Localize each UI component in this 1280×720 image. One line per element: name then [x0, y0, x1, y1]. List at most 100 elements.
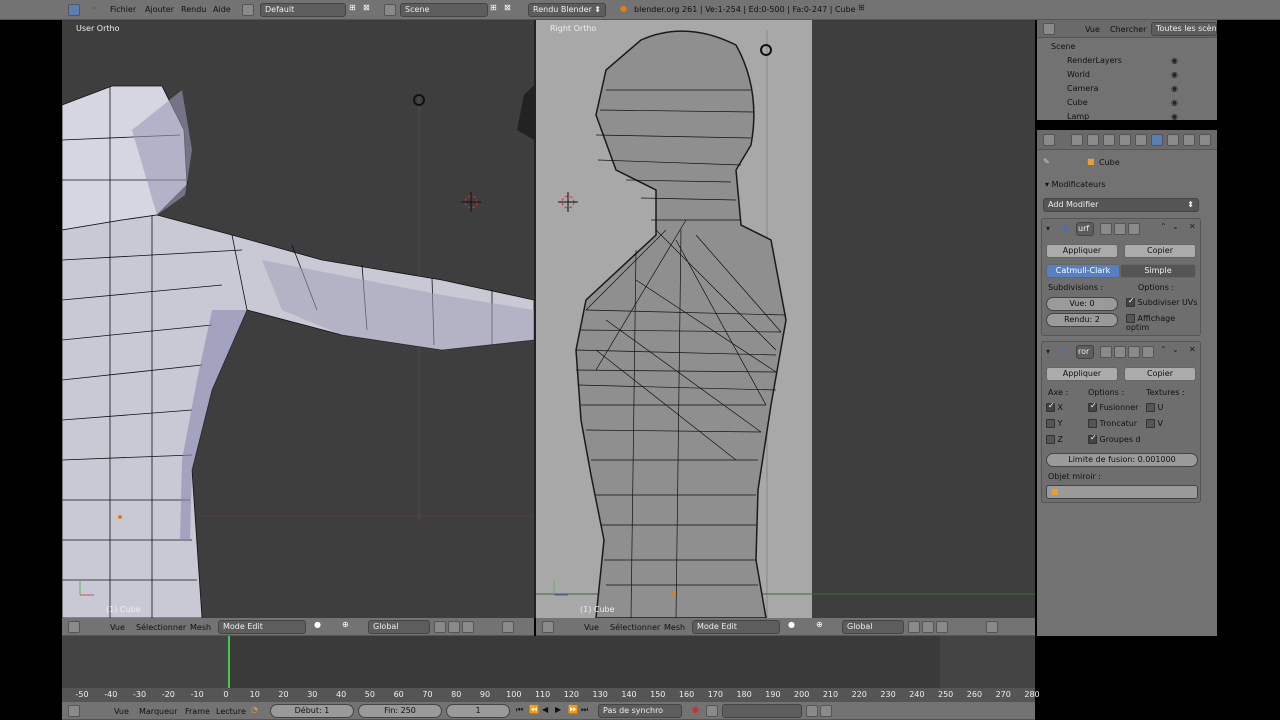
constraints-tab-icon[interactable] — [1135, 134, 1147, 146]
layout-select[interactable]: Default — [260, 3, 346, 17]
face-select-icon[interactable] — [936, 621, 948, 633]
visibility-eye-icon[interactable]: ◉ — [1171, 68, 1178, 82]
object-tab-icon[interactable] — [1119, 134, 1131, 146]
play-reverse-icon[interactable]: ◀ — [542, 705, 548, 714]
clipping-checkbox[interactable]: Troncatur — [1088, 419, 1137, 428]
texture-v-checkbox[interactable]: V — [1146, 419, 1163, 428]
remove-modifier-icon[interactable]: ✕ — [1189, 222, 1196, 231]
remove-modifier-icon[interactable]: ✕ — [1189, 345, 1196, 354]
play-icon[interactable]: ▶ — [555, 705, 561, 714]
shading-icon[interactable]: ● — [788, 620, 795, 629]
keying-set-icon[interactable] — [706, 705, 718, 717]
orientation-select[interactable]: Global — [842, 620, 904, 634]
viewport-left[interactable]: User Ortho (1) Cube — [62, 20, 534, 618]
visibility-eye-icon[interactable]: ◉ — [1171, 110, 1178, 124]
keying-set-field[interactable] — [722, 704, 802, 718]
outliner-filter-select[interactable]: Toutes les scènes — [1151, 22, 1217, 36]
collapse-icon[interactable]: ▾ — [1046, 347, 1050, 356]
face-select-icon[interactable] — [462, 621, 474, 633]
world-tab-icon[interactable] — [1103, 134, 1115, 146]
edge-select-icon[interactable] — [448, 621, 460, 633]
next-keyframe-icon[interactable]: ⏩ — [568, 705, 578, 714]
menu-fichier[interactable]: Fichier — [110, 5, 136, 14]
editor-type-icon[interactable] — [68, 621, 80, 633]
menu-vue[interactable]: Vue — [584, 623, 599, 632]
add-layout-icon[interactable]: ⊞ — [349, 3, 356, 12]
info-icon[interactable] — [68, 4, 80, 16]
shading-icon[interactable]: ● — [314, 620, 321, 629]
apply-button[interactable]: Appliquer — [1046, 244, 1118, 258]
timeline[interactable]: -50 -40 -30 -20 -10 0 10 20 30 40 50 60 70 80 90 100 110… — [62, 636, 1040, 702]
render-toggle-icon[interactable] — [1100, 346, 1112, 358]
subdivide-uvs-checkbox[interactable]: Subdiviser UVs — [1126, 298, 1197, 307]
modifier-name-field[interactable]: ror — [1076, 345, 1094, 359]
editmode-toggle-icon[interactable] — [1128, 346, 1140, 358]
menu-mesh[interactable]: Mesh — [190, 623, 211, 632]
snap-icon[interactable] — [986, 621, 998, 633]
scene-icon[interactable] — [384, 4, 396, 16]
insert-keyframe-icon[interactable] — [806, 705, 818, 717]
catmull-clark-button[interactable]: Catmull-Clark — [1046, 264, 1120, 278]
delete-keyframe-icon[interactable] — [820, 705, 832, 717]
remove-scene-icon[interactable]: ⊠ — [504, 3, 511, 12]
move-up-icon[interactable]: ⌃ — [1160, 345, 1167, 354]
menu-vue[interactable]: Vue — [110, 623, 125, 632]
menu-mesh[interactable]: Mesh — [664, 623, 685, 632]
axis-y-checkbox[interactable]: Y — [1046, 419, 1062, 428]
data-tab-icon[interactable] — [1167, 134, 1179, 146]
axis-x-checkbox[interactable]: X — [1046, 403, 1063, 412]
mirror-object-field[interactable]: ■ — [1046, 485, 1198, 499]
texture-u-checkbox[interactable]: U — [1146, 403, 1163, 412]
vertex-groups-checkbox[interactable]: Groupes d — [1088, 435, 1141, 444]
vertex-select-icon[interactable] — [434, 621, 446, 633]
collapse-icon[interactable]: ◦ — [92, 4, 97, 13]
viewport-right[interactable]: Right Ortho (1) Cube — [536, 20, 1035, 618]
timeline-menu-lecture[interactable]: Lecture — [216, 707, 246, 716]
timeline-menu-frame[interactable]: Frame — [185, 707, 210, 716]
render-toggle-icon[interactable] — [1100, 223, 1112, 235]
layout-icon[interactable] — [242, 4, 254, 16]
editmode-toggle-icon[interactable] — [1128, 223, 1140, 235]
visibility-eye-icon[interactable]: ◉ — [1171, 96, 1178, 110]
add-scene-icon[interactable]: ⊞ — [490, 3, 497, 12]
add-modifier-select[interactable]: Add Modifier ⬍ — [1043, 198, 1199, 212]
edge-select-icon[interactable] — [922, 621, 934, 633]
view-toggle-icon[interactable] — [1114, 346, 1126, 358]
move-up-icon[interactable]: ⌃ — [1160, 222, 1167, 231]
snap-icon[interactable] — [502, 621, 514, 633]
merge-limit-field[interactable]: Limite de fusion: 0.001000 — [1046, 453, 1198, 467]
jump-start-icon[interactable]: ⏮ — [516, 705, 523, 715]
timeline-menu-vue[interactable]: Vue — [114, 707, 129, 716]
menu-ajouter[interactable]: Ajouter — [145, 5, 174, 14]
visibility-eye-icon[interactable]: ◉ — [1171, 54, 1178, 68]
left-tool-strip[interactable] — [0, 20, 62, 636]
collapse-icon[interactable]: ▾ — [1046, 224, 1050, 233]
pivot-icon[interactable]: ⊕ — [816, 620, 823, 629]
visibility-eye-icon[interactable]: ◉ — [1171, 82, 1178, 96]
copy-button[interactable]: Copier — [1124, 244, 1196, 258]
start-frame-field[interactable]: Début: 1 — [270, 704, 354, 718]
view-levels-field[interactable]: Vue: 0 — [1046, 297, 1118, 311]
current-frame-field[interactable]: 1 — [446, 704, 510, 718]
scroll-icon[interactable]: ⊞ — [858, 3, 865, 12]
prev-keyframe-icon[interactable]: ⏪ — [529, 705, 539, 714]
outliner-item[interactable]: RenderLayers ◉ — [1041, 54, 1217, 68]
texture-tab-icon[interactable] — [1199, 134, 1211, 146]
simple-button[interactable]: Simple — [1120, 264, 1196, 278]
orientation-select[interactable]: Global — [368, 620, 430, 634]
render-levels-field[interactable]: Rendu: 2 — [1046, 313, 1118, 327]
render-tab-icon[interactable] — [1071, 134, 1083, 146]
scene-select[interactable]: Scene — [400, 3, 488, 17]
current-frame-indicator[interactable] — [228, 636, 230, 692]
pin-icon[interactable]: ✎ — [1043, 157, 1050, 166]
optimal-display-checkbox[interactable]: Affichage optim — [1126, 314, 1200, 332]
modifiers-panel-title[interactable]: ▾ Modificateurs — [1045, 180, 1106, 189]
outliner-item[interactable]: Camera ◉ — [1041, 82, 1217, 96]
view-toggle-icon[interactable] — [1114, 223, 1126, 235]
outliner-menu-vue[interactable]: Vue — [1085, 25, 1100, 34]
editor-type-icon[interactable] — [1043, 134, 1055, 146]
menu-selectionner[interactable]: Sélectionner — [610, 623, 660, 632]
move-down-icon[interactable]: ⌄ — [1172, 345, 1179, 354]
merge-checkbox[interactable]: Fusionner — [1088, 403, 1138, 412]
menu-selectionner[interactable]: Sélectionner — [136, 623, 186, 632]
